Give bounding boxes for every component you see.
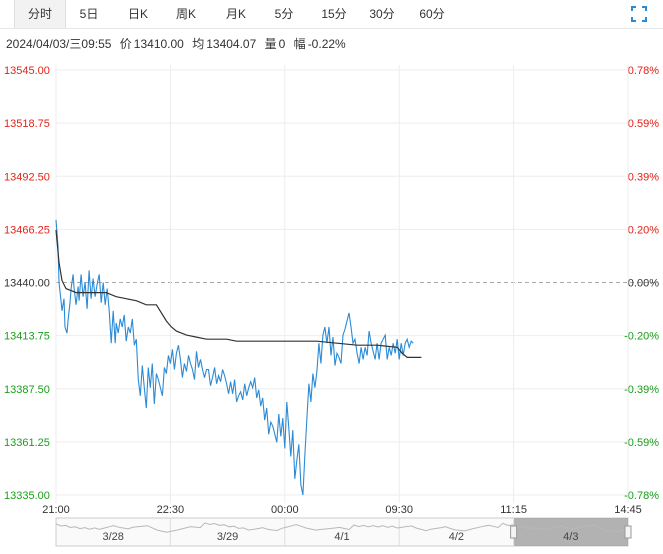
y-tick-label-left: 13335.00 [4, 490, 50, 502]
x-tick-label: 09:30 [385, 504, 413, 516]
y-tick-label-right: 0.78% [628, 65, 659, 77]
y-tick-label-right: -0.20% [624, 331, 659, 343]
navigator-day-label: 4/1 [334, 531, 349, 543]
navigator-day-label: 4/2 [449, 531, 464, 543]
intraday-chart[interactable]: 13545.00 0.78% 13518.75 0.59% 13492.50 0.39% 1… [0, 0, 663, 554]
x-tick-label: 00:00 [271, 504, 299, 516]
x-tick-label: 21:00 [42, 504, 70, 516]
navigator-day-label: 3/28 [102, 531, 123, 543]
y-tick-label-left: 13361.25 [4, 437, 50, 449]
x-tick-label: 11:15 [500, 504, 527, 516]
price-line [55, 219, 414, 496]
navigator-day-label: 4/3 [563, 531, 578, 543]
y-tick-label-left: 13518.75 [4, 118, 50, 130]
y-tick-label-right: -0.39% [624, 384, 659, 396]
y-tick-label-right: -0.59% [624, 437, 659, 449]
y-tick-label-left: 13492.50 [4, 171, 50, 183]
y-tick-label-left: 13545.00 [4, 65, 50, 77]
y-tick-label-left: 13413.75 [4, 331, 50, 343]
y-tick-label-right: 0.39% [628, 171, 659, 183]
navigator-day-label: 3/29 [217, 531, 238, 543]
y-tick-label-right: 0.20% [628, 224, 659, 236]
y-tick-label-right: 0.59% [628, 118, 659, 130]
y-tick-label-right: -0.78% [624, 490, 659, 502]
x-tick-label: 22:30 [157, 504, 185, 516]
y-tick-label-left: 13466.25 [4, 224, 50, 236]
x-tick-label: 14:45 [614, 504, 642, 516]
navigator-handle[interactable] [624, 525, 632, 539]
y-tick-label-left: 13440.00 [4, 278, 50, 290]
y-tick-label-right: 0.00% [628, 278, 659, 290]
y-tick-label-left: 13387.50 [4, 384, 50, 396]
navigator-handle[interactable] [510, 525, 518, 539]
